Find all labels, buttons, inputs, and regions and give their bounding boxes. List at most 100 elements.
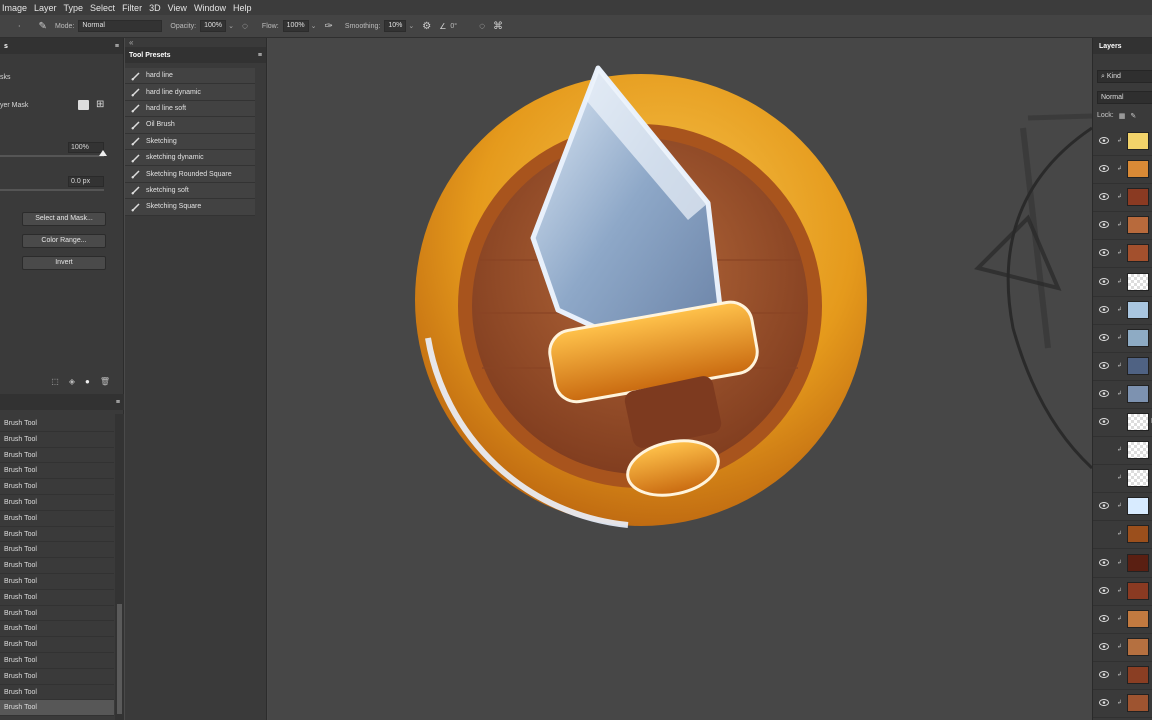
symmetry-icon[interactable]: ⌘: [493, 21, 503, 32]
history-item[interactable]: Brush Tool: [0, 669, 114, 685]
angle-field[interactable]: 0°: [450, 23, 457, 30]
color-range-button[interactable]: Color Range...: [22, 234, 106, 248]
history-item[interactable]: Brush Tool: [0, 511, 114, 527]
trash-icon[interactable]: 🗑: [100, 377, 110, 386]
vector-mask-icon[interactable]: ⊞: [96, 99, 104, 110]
history-item[interactable]: Brush Tool: [0, 416, 114, 432]
layer-row[interactable]: ↲: [1093, 212, 1152, 241]
lock-transparent-icon[interactable]: ▦: [1119, 112, 1126, 120]
menu-select[interactable]: Select: [90, 3, 115, 13]
collapse-icon[interactable]: «: [129, 38, 133, 47]
gear-icon[interactable]: ⚙: [422, 21, 431, 32]
tool-preset-item[interactable]: sketching dynamic: [125, 149, 255, 167]
menu-view[interactable]: View: [168, 3, 187, 13]
eye-icon[interactable]: [1099, 361, 1109, 369]
eye-icon[interactable]: [1099, 305, 1109, 313]
menu-help[interactable]: Help: [233, 3, 252, 13]
airbrush-icon[interactable]: ✑: [325, 21, 333, 32]
eye-icon[interactable]: [1099, 586, 1109, 594]
tool-preset-item[interactable]: hard line dynamic: [125, 84, 255, 101]
opacity-chevron-icon[interactable]: ⌄: [228, 22, 234, 30]
visibility-eye-icon[interactable]: ●: [85, 377, 90, 386]
layer-row[interactable]: ↲: [1093, 493, 1152, 522]
history-item[interactable]: Brush Tool: [0, 495, 114, 511]
menu-3d[interactable]: 3D: [149, 3, 161, 13]
load-selection-icon[interactable]: ⬚: [51, 377, 59, 386]
eye-icon[interactable]: [1099, 333, 1109, 341]
history-item[interactable]: Brush Tool: [0, 479, 114, 495]
history-scrollbar[interactable]: [115, 414, 124, 720]
layer-row[interactable]: La: [1093, 409, 1152, 437]
tool-preset-item[interactable]: Sketching: [125, 133, 255, 150]
menu-image[interactable]: Image: [2, 3, 27, 13]
menu-layer[interactable]: Layer: [34, 3, 57, 13]
eye-hidden-icon[interactable]: [1099, 446, 1109, 453]
tool-preset-item[interactable]: sketching soft: [125, 182, 255, 200]
eye-icon[interactable]: [1099, 670, 1109, 678]
menu-type[interactable]: Type: [64, 3, 84, 13]
history-item[interactable]: Brush Tool: [0, 574, 114, 590]
history-item[interactable]: Brush Tool: [0, 653, 114, 669]
select-and-mask-button[interactable]: Select and Mask...: [22, 212, 106, 226]
history-item[interactable]: Brush Tool: [0, 463, 114, 480]
layer-row[interactable]: ↲: [1093, 297, 1152, 325]
panel-menu-icon[interactable]: ≡: [115, 43, 119, 50]
tool-preset-item[interactable]: Sketching Square: [125, 199, 255, 216]
tool-preset-item[interactable]: Oil Brush: [125, 117, 255, 134]
angle-icon[interactable]: ∠: [439, 22, 446, 31]
brush-toggle-icon[interactable]: ✎: [39, 21, 47, 32]
layer-row[interactable]: ↲: [1093, 606, 1152, 634]
eye-icon[interactable]: [1099, 699, 1109, 706]
eye-icon[interactable]: [1099, 137, 1109, 144]
feather-field[interactable]: 0.0 px: [68, 176, 104, 187]
layer-row[interactable]: ↲: [1093, 578, 1152, 606]
history-item[interactable]: Brush Tool: [0, 637, 114, 653]
eye-icon[interactable]: [1099, 389, 1109, 397]
flow-field[interactable]: 100%: [282, 20, 309, 32]
history-scroll-thumb[interactable]: [117, 604, 122, 714]
tool-preset-item[interactable]: Sketching Rounded Square: [125, 166, 255, 183]
eye-icon[interactable]: [1099, 418, 1109, 425]
lock-paint-icon[interactable]: ✎: [1130, 112, 1136, 120]
tool-preset-item[interactable]: hard line soft: [125, 100, 255, 118]
tool-preset-item[interactable]: hard line: [125, 68, 255, 85]
smoothing-chevron-icon[interactable]: ⌄: [408, 22, 414, 30]
layer-row[interactable]: ↲: [1093, 634, 1152, 662]
pressure-size-icon[interactable]: ◌: [479, 21, 485, 32]
eye-icon[interactable]: [1099, 277, 1109, 285]
smoothing-field[interactable]: 10%: [384, 20, 407, 32]
feather-slider[interactable]: [0, 189, 104, 191]
layer-row[interactable]: ↲: [1093, 128, 1152, 156]
menu-window[interactable]: Window: [194, 3, 226, 13]
history-item[interactable]: Brush Tool: [0, 590, 114, 606]
layer-row[interactable]: ↲: [1093, 156, 1152, 185]
eye-icon[interactable]: [1099, 221, 1109, 229]
history-item[interactable]: Brush Tool: [0, 621, 114, 638]
history-item[interactable]: Brush Tool: [0, 527, 114, 543]
history-menu-icon[interactable]: ≡: [116, 399, 120, 406]
tool-presets-menu-icon[interactable]: ≡: [258, 52, 262, 59]
eye-icon[interactable]: [1099, 193, 1109, 201]
history-item[interactable]: Brush Tool: [0, 558, 114, 574]
layer-row[interactable]: ↲: [1093, 269, 1152, 297]
menu-filter[interactable]: Filter: [122, 3, 142, 13]
pressure-opacity-icon[interactable]: ◌: [242, 21, 248, 32]
layer-row[interactable]: ↲: [1093, 690, 1152, 718]
layer-row[interactable]: ↲: [1093, 437, 1152, 466]
history-item[interactable]: Brush Tool: [0, 542, 114, 559]
pixel-mask-icon[interactable]: [78, 100, 89, 110]
eye-icon[interactable]: [1099, 249, 1109, 257]
layer-row[interactable]: ↲: [1093, 381, 1152, 409]
layer-row[interactable]: ↲: [1093, 184, 1152, 213]
layer-row[interactable]: ↲: [1093, 240, 1152, 269]
layer-row[interactable]: ↲: [1093, 325, 1152, 353]
opacity-field[interactable]: 100%: [200, 20, 227, 32]
layer-kind-filter[interactable]: ⌕ Kind: [1097, 70, 1152, 83]
invert-button[interactable]: Invert: [22, 256, 106, 270]
eye-icon[interactable]: [1099, 642, 1109, 650]
layer-row[interactable]: ↲: [1093, 465, 1152, 494]
eye-icon[interactable]: [1099, 558, 1109, 566]
history-item[interactable]: Brush Tool: [0, 685, 114, 701]
apply-mask-icon[interactable]: ◈: [69, 377, 75, 386]
eye-icon[interactable]: [1099, 614, 1109, 622]
